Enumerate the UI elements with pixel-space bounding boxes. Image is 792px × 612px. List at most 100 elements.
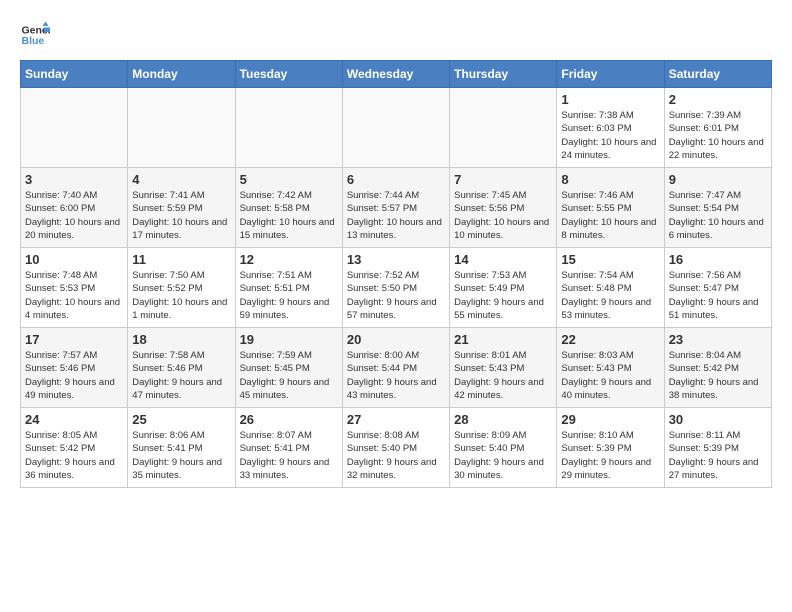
day-number: 4: [132, 172, 230, 187]
svg-text:Blue: Blue: [22, 35, 45, 47]
day-number: 16: [669, 252, 767, 267]
day-info: Sunrise: 8:01 AMSunset: 5:43 PMDaylight:…: [454, 349, 552, 402]
day-number: 21: [454, 332, 552, 347]
calendar-week-4: 24 Sunrise: 8:05 AMSunset: 5:42 PMDayligh…: [21, 408, 772, 488]
calendar-cell: 13Sunrise: 7:52 AMSunset: 5:50 PMDayligh…: [342, 248, 449, 328]
day-info: Sunrise: 7:53 AMSunset: 5:49 PMDaylight:…: [454, 269, 552, 322]
calendar-cell: 23Sunrise: 8:04 AMSunset: 5:42 PMDayligh…: [664, 328, 771, 408]
day-info: Sunrise: 7:51 AMSunset: 5:51 PMDaylight:…: [240, 269, 338, 322]
calendar-cell: 28 Sunrise: 8:09 AMSunset: 5:40 PMDayligh…: [450, 408, 557, 488]
calendar-cell: 24 Sunrise: 8:05 AMSunset: 5:42 PMDayligh…: [21, 408, 128, 488]
calendar-cell: 27Sunrise: 8:08 AMSunset: 5:40 PMDayligh…: [342, 408, 449, 488]
day-number: 6: [347, 172, 445, 187]
calendar-cell: 6 Sunrise: 7:44 AMSunset: 5:57 PMDaylight…: [342, 168, 449, 248]
day-info: Sunrise: 8:09 AMSunset: 5:40 PMDaylight:…: [454, 429, 552, 482]
day-number: 7: [454, 172, 552, 187]
calendar-cell: 21 Sunrise: 8:01 AMSunset: 5:43 PMDayligh…: [450, 328, 557, 408]
calendar-cell: 16 Sunrise: 7:56 AMSunset: 5:47 PMDayligh…: [664, 248, 771, 328]
calendar-cell: 30 Sunrise: 8:11 AMSunset: 5:39 PMDayligh…: [664, 408, 771, 488]
calendar-cell: 4 Sunrise: 7:41 AMSunset: 5:59 PMDaylight…: [128, 168, 235, 248]
calendar-cell: 15 Sunrise: 7:54 AMSunset: 5:48 PMDayligh…: [557, 248, 664, 328]
day-number: 8: [561, 172, 659, 187]
calendar-cell: [450, 88, 557, 168]
header-friday: Friday: [557, 61, 664, 88]
day-info: Sunrise: 7:47 AMSunset: 5:54 PMDaylight:…: [669, 189, 767, 242]
day-number: 24: [25, 412, 123, 427]
day-info: Sunrise: 7:54 AMSunset: 5:48 PMDaylight:…: [561, 269, 659, 322]
day-number: 12: [240, 252, 338, 267]
header-sunday: Sunday: [21, 61, 128, 88]
logo: General Blue: [20, 20, 54, 50]
calendar-cell: 1 Sunrise: 7:38 AMSunset: 6:03 PMDaylight…: [557, 88, 664, 168]
day-number: 17: [25, 332, 123, 347]
day-info: Sunrise: 7:42 AMSunset: 5:58 PMDaylight:…: [240, 189, 338, 242]
day-number: 28: [454, 412, 552, 427]
calendar-cell: [235, 88, 342, 168]
day-info: Sunrise: 8:05 AMSunset: 5:42 PMDaylight:…: [25, 429, 123, 482]
day-info: Sunrise: 7:56 AMSunset: 5:47 PMDaylight:…: [669, 269, 767, 322]
header-saturday: Saturday: [664, 61, 771, 88]
calendar-cell: 22Sunrise: 8:03 AMSunset: 5:43 PMDayligh…: [557, 328, 664, 408]
day-number: 11: [132, 252, 230, 267]
calendar-header-row: SundayMondayTuesdayWednesdayThursdayFrid…: [21, 61, 772, 88]
calendar-cell: 8 Sunrise: 7:46 AMSunset: 5:55 PMDaylight…: [557, 168, 664, 248]
day-info: Sunrise: 8:10 AMSunset: 5:39 PMDaylight:…: [561, 429, 659, 482]
day-info: Sunrise: 7:48 AMSunset: 5:53 PMDaylight:…: [25, 269, 123, 322]
calendar-cell: 19 Sunrise: 7:59 AMSunset: 5:45 PMDayligh…: [235, 328, 342, 408]
day-number: 14: [454, 252, 552, 267]
day-number: 26: [240, 412, 338, 427]
day-info: Sunrise: 7:58 AMSunset: 5:46 PMDaylight:…: [132, 349, 230, 402]
day-number: 29: [561, 412, 659, 427]
day-number: 18: [132, 332, 230, 347]
day-info: Sunrise: 7:59 AMSunset: 5:45 PMDaylight:…: [240, 349, 338, 402]
calendar-cell: 2 Sunrise: 7:39 AMSunset: 6:01 PMDaylight…: [664, 88, 771, 168]
day-info: Sunrise: 8:00 AMSunset: 5:44 PMDaylight:…: [347, 349, 445, 402]
calendar-cell: 17 Sunrise: 7:57 AMSunset: 5:46 PMDayligh…: [21, 328, 128, 408]
day-number: 5: [240, 172, 338, 187]
day-info: Sunrise: 8:11 AMSunset: 5:39 PMDaylight:…: [669, 429, 767, 482]
day-info: Sunrise: 8:03 AMSunset: 5:43 PMDaylight:…: [561, 349, 659, 402]
calendar-cell: 18 Sunrise: 7:58 AMSunset: 5:46 PMDayligh…: [128, 328, 235, 408]
day-info: Sunrise: 7:50 AMSunset: 5:52 PMDaylight:…: [132, 269, 230, 322]
day-info: Sunrise: 7:41 AMSunset: 5:59 PMDaylight:…: [132, 189, 230, 242]
day-number: 1: [561, 92, 659, 107]
header-monday: Monday: [128, 61, 235, 88]
day-info: Sunrise: 7:39 AMSunset: 6:01 PMDaylight:…: [669, 109, 767, 162]
day-info: Sunrise: 8:08 AMSunset: 5:40 PMDaylight:…: [347, 429, 445, 482]
calendar-cell: 20 Sunrise: 8:00 AMSunset: 5:44 PMDayligh…: [342, 328, 449, 408]
day-info: Sunrise: 7:46 AMSunset: 5:55 PMDaylight:…: [561, 189, 659, 242]
calendar-cell: [342, 88, 449, 168]
day-info: Sunrise: 7:38 AMSunset: 6:03 PMDaylight:…: [561, 109, 659, 162]
day-number: 25: [132, 412, 230, 427]
calendar-cell: 10 Sunrise: 7:48 AMSunset: 5:53 PMDayligh…: [21, 248, 128, 328]
calendar-cell: 5 Sunrise: 7:42 AMSunset: 5:58 PMDaylight…: [235, 168, 342, 248]
calendar-cell: 7 Sunrise: 7:45 AMSunset: 5:56 PMDaylight…: [450, 168, 557, 248]
day-info: Sunrise: 7:52 AMSunset: 5:50 PMDaylight:…: [347, 269, 445, 322]
day-info: Sunrise: 7:57 AMSunset: 5:46 PMDaylight:…: [25, 349, 123, 402]
day-number: 9: [669, 172, 767, 187]
calendar-cell: [21, 88, 128, 168]
day-info: Sunrise: 8:07 AMSunset: 5:41 PMDaylight:…: [240, 429, 338, 482]
day-info: Sunrise: 8:04 AMSunset: 5:42 PMDaylight:…: [669, 349, 767, 402]
calendar-cell: 26 Sunrise: 8:07 AMSunset: 5:41 PMDayligh…: [235, 408, 342, 488]
calendar-cell: [128, 88, 235, 168]
day-info: Sunrise: 7:45 AMSunset: 5:56 PMDaylight:…: [454, 189, 552, 242]
calendar-week-0: 1 Sunrise: 7:38 AMSunset: 6:03 PMDaylight…: [21, 88, 772, 168]
day-info: Sunrise: 7:44 AMSunset: 5:57 PMDaylight:…: [347, 189, 445, 242]
day-number: 10: [25, 252, 123, 267]
day-number: 30: [669, 412, 767, 427]
day-number: 19: [240, 332, 338, 347]
calendar-cell: 12 Sunrise: 7:51 AMSunset: 5:51 PMDayligh…: [235, 248, 342, 328]
day-number: 15: [561, 252, 659, 267]
day-number: 20: [347, 332, 445, 347]
day-info: Sunrise: 8:06 AMSunset: 5:41 PMDaylight:…: [132, 429, 230, 482]
calendar-week-1: 3Sunrise: 7:40 AMSunset: 6:00 PMDaylight…: [21, 168, 772, 248]
header-tuesday: Tuesday: [235, 61, 342, 88]
header-thursday: Thursday: [450, 61, 557, 88]
calendar-cell: 29 Sunrise: 8:10 AMSunset: 5:39 PMDayligh…: [557, 408, 664, 488]
logo-icon: General Blue: [20, 20, 50, 50]
day-number: 2: [669, 92, 767, 107]
calendar-cell: 25 Sunrise: 8:06 AMSunset: 5:41 PMDayligh…: [128, 408, 235, 488]
calendar-cell: 11 Sunrise: 7:50 AMSunset: 5:52 PMDayligh…: [128, 248, 235, 328]
calendar-cell: 9 Sunrise: 7:47 AMSunset: 5:54 PMDaylight…: [664, 168, 771, 248]
